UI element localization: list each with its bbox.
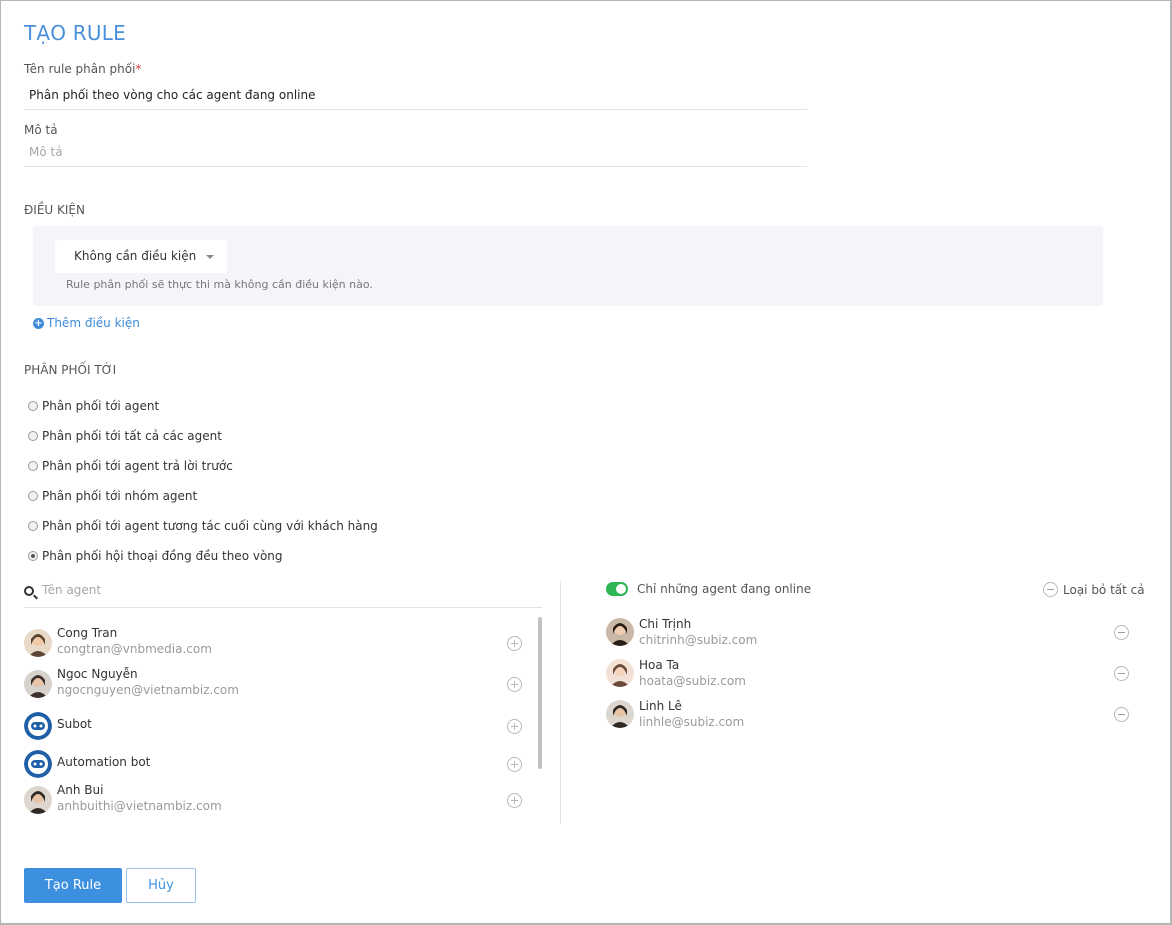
panel-divider [560,581,561,824]
add-agent-plus-icon[interactable] [507,793,522,808]
distribution-option[interactable]: Phân phối tới agent trả lời trước [28,456,233,476]
avatar [24,670,52,698]
agent-search [24,582,542,608]
conditions-section-title: ĐIỀU KIỆN [24,203,85,217]
distribution-option[interactable]: Phân phối tới agent [28,396,159,416]
distribution-option[interactable]: Phân phối tới nhóm agent [28,486,197,506]
remove-all-label: Loại bỏ tất cả [1063,582,1145,597]
agent-list-item: Cong Tran congtran@vnbmedia.com [24,626,524,660]
agent-email: ngocnguyen@vietnambiz.com [57,683,239,697]
avatar [606,618,634,646]
distribution-option-label: Phân phối tới tất cả các agent [42,429,222,443]
agent-list-item: Anh Bui anhbuithi@vietnambiz.com [24,783,524,817]
agent-list-scrollbar[interactable] [538,617,542,769]
agent-name: Linh Lê [639,699,682,713]
distribution-option-label: Phân phối tới agent tương tác cuối cùng … [42,519,378,533]
agent-email: linhle@subiz.com [639,715,745,729]
online-only-toggle[interactable] [606,582,628,596]
remove-agent-minus-icon[interactable] [1114,666,1129,681]
cancel-button[interactable]: Hủy [126,868,196,903]
bot-avatar [24,750,52,778]
add-agent-plus-icon[interactable] [507,677,522,692]
avatar [606,700,634,728]
agent-email: anhbuithi@vietnambiz.com [57,799,222,813]
remove-all-button[interactable]: Loại bỏ tất cả [1043,582,1145,597]
create-rule-button[interactable]: Tạo Rule [24,868,122,903]
distribution-option[interactable]: Phân phối tới agent tương tác cuối cùng … [28,516,378,536]
add-agent-plus-icon[interactable] [507,719,522,734]
page-title: TẠO RULE [24,21,126,45]
condition-hint: Rule phân phối sẽ thực thi mà không cần … [66,278,373,291]
radio-button[interactable] [28,431,38,441]
conditions-box: Không cần điều kiện Rule phân phối sẽ th… [33,226,1103,306]
agent-list-item: Automation bot [24,747,524,781]
distribution-option-label: Phân phối tới nhóm agent [42,489,198,503]
selected-agent-item: Chi Trịnh chitrinh@subiz.com [606,617,1136,651]
agent-list-item: Subot [24,709,524,743]
radio-button[interactable] [28,551,38,561]
bot-avatar [24,712,52,740]
radio-button[interactable] [28,461,38,471]
remove-agent-minus-icon[interactable] [1114,707,1129,722]
add-condition-label: Thêm điều kiện [47,316,140,330]
remove-agent-minus-icon[interactable] [1114,625,1129,640]
plus-circle-icon: + [33,317,44,329]
agent-name: Ngoc Nguyễn [57,667,138,681]
caret-down-icon [206,255,214,259]
avatar [24,786,52,814]
agent-name: Anh Bui [57,783,104,797]
search-icon [24,586,34,596]
agent-search-input[interactable] [42,583,522,597]
agent-email: congtran@vnbmedia.com [57,642,212,656]
agent-name: Hoa Ta [639,658,680,672]
agent-name: Chi Trịnh [639,617,692,631]
required-mark: * [135,62,142,76]
distribution-option-label: Phân phối tới agent trả lời trước [42,459,233,473]
agent-name: Cong Tran [57,626,118,640]
rule-name-label-text: Tên rule phân phối [24,62,136,76]
agent-email: hoata@subiz.com [639,674,746,688]
online-only-label: Chỉ những agent đang online [637,582,812,596]
radio-button[interactable] [28,491,38,501]
agent-list-item: Ngoc Nguyễn ngocnguyen@vietnambiz.com [24,667,524,701]
distribution-option-label: Phân phối hội thoại đồng đều theo vòng [42,549,283,563]
description-input[interactable]: Mô tả [24,141,807,167]
selected-agent-item: Hoa Ta hoata@subiz.com [606,658,1136,692]
agent-name: Subot [57,717,92,731]
radio-button[interactable] [28,401,38,411]
agent-name: Automation bot [57,755,151,769]
condition-select[interactable]: Không cần điều kiện [55,240,227,273]
distribution-section-title: PHÂN PHỐI TỚI [24,363,117,377]
distribution-option[interactable]: Phân phối hội thoại đồng đều theo vòng [28,546,283,566]
add-agent-plus-icon[interactable] [507,636,522,651]
add-condition-link[interactable]: + Thêm điều kiện [33,316,140,330]
avatar [24,629,52,657]
radio-button[interactable] [28,521,38,531]
condition-select-value: Không cần điều kiện [74,249,197,263]
selected-agent-item: Linh Lê linhle@subiz.com [606,699,1136,733]
rule-name-input[interactable]: Phân phối theo vòng cho các agent đang o… [24,84,807,110]
rule-name-label: Tên rule phân phối* [24,62,141,76]
agent-email: chitrinh@subiz.com [639,633,758,647]
distribution-option[interactable]: Phân phối tới tất cả các agent [28,426,222,446]
distribution-option-label: Phân phối tới agent [42,399,160,413]
description-label: Mô tả [24,123,58,137]
available-agents-list: Cong Tran congtran@vnbmedia.com Ngoc Nguyễ… [24,619,544,825]
avatar [606,659,634,687]
add-agent-plus-icon[interactable] [507,757,522,772]
minus-circle-icon [1043,582,1058,597]
